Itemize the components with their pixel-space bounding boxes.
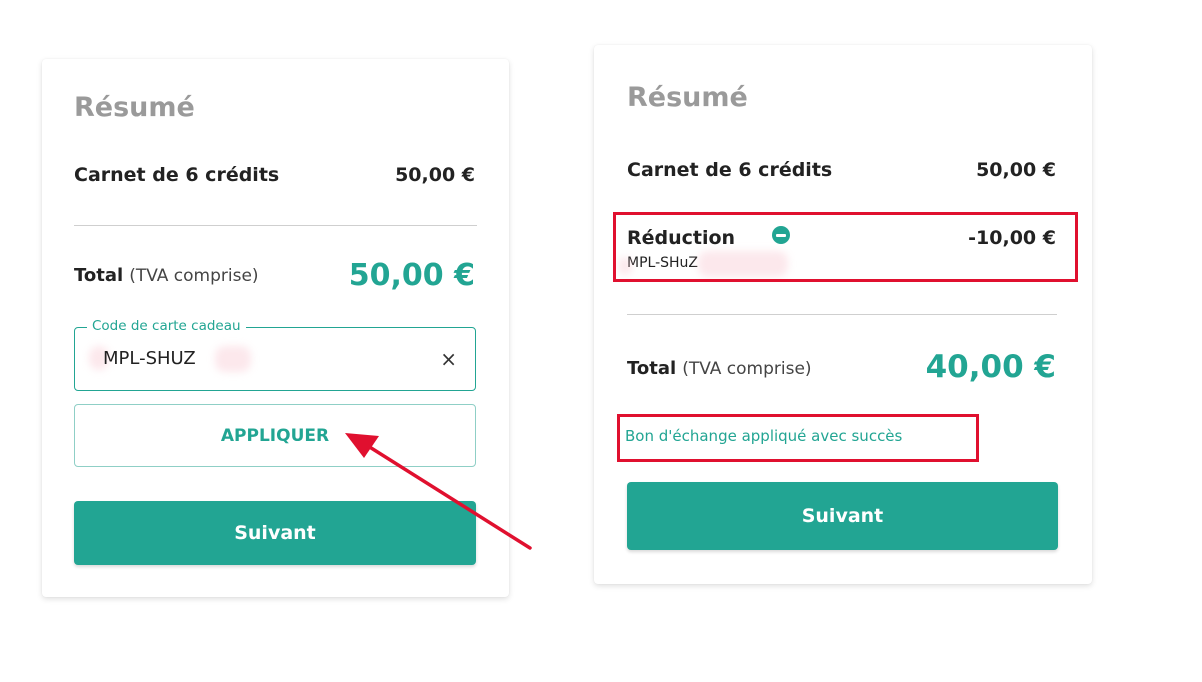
annotation-arrow-icon — [345, 433, 532, 550]
